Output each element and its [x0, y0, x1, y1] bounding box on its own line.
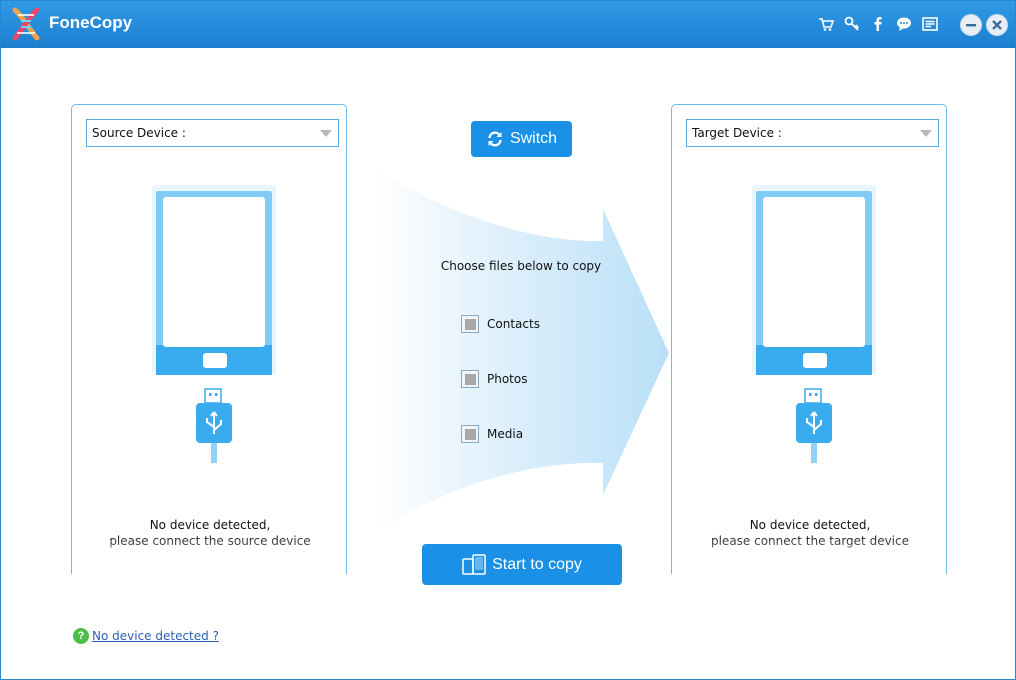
chevron-down-icon — [920, 130, 932, 137]
contacts-option[interactable]: Contacts — [461, 315, 540, 333]
minimize-icon — [966, 24, 976, 27]
start-copy-label: Start to copy — [492, 555, 582, 573]
photos-label: Photos — [487, 372, 528, 386]
minimize-button[interactable] — [960, 14, 982, 36]
contacts-checkbox[interactable] — [461, 315, 479, 333]
app-title: FoneCopy — [49, 13, 133, 32]
cart-icon[interactable] — [817, 15, 835, 33]
usb-cable-icon — [796, 388, 832, 463]
target-device-panel: Target Device : No device detected, plea… — [671, 104, 947, 574]
target-status-line1: No device detected, — [749, 518, 871, 532]
app-window: FoneCopy Source Device: No device detec… — [0, 0, 1016, 680]
media-checkbox[interactable] — [461, 425, 479, 443]
switch-button[interactable]: Switch — [471, 121, 572, 157]
help-icon: ? — [73, 628, 89, 644]
title-toolbar — [817, 15, 939, 35]
source-status-line2: please connect the source device — [109, 534, 311, 548]
source-status-text: No device detected, please connect the s… — [72, 517, 348, 549]
refresh-icon — [488, 131, 502, 147]
media-label: Media — [487, 427, 524, 441]
choose-files-text: Choose files below to copy — [440, 259, 602, 273]
chevron-down-icon — [320, 130, 332, 137]
key-icon[interactable] — [843, 15, 861, 33]
contacts-label: Contacts — [487, 317, 540, 331]
usb-cable-icon — [196, 388, 232, 463]
source-device-panel: Source Device : No device detected, plea… — [71, 104, 347, 574]
phone-icon — [752, 185, 876, 375]
close-icon — [992, 20, 1002, 30]
facebook-icon[interactable] — [869, 15, 887, 33]
source-device-label: Source Device : — [92, 126, 186, 140]
title-bar: FoneCopy — [1, 1, 1015, 48]
source-device-select[interactable]: Source Device : — [86, 119, 339, 147]
close-button[interactable] — [986, 14, 1008, 36]
start-copy-button[interactable]: Start to copy — [422, 544, 622, 585]
copy-direction-arrow — [377, 169, 669, 533]
target-device-label: Target Device : — [692, 126, 782, 140]
help-link-group[interactable]: ? No device detected ? — [73, 628, 219, 644]
feedback-icon[interactable] — [921, 15, 939, 33]
target-device-select[interactable]: Target Device : — [686, 119, 939, 147]
source-status-line1: No device detected, — [149, 518, 271, 532]
phone-icon — [152, 185, 276, 375]
devices-icon — [462, 553, 486, 575]
target-status-line2: please connect the target device — [710, 534, 909, 548]
no-device-help-link[interactable]: No device detected ? — [92, 629, 219, 643]
chat-icon[interactable] — [895, 15, 913, 33]
switch-label: Switch — [509, 130, 558, 147]
media-option[interactable]: Media — [461, 425, 523, 443]
target-status-text: No device detected, please connect the t… — [672, 517, 948, 549]
photos-checkbox[interactable] — [461, 370, 479, 388]
photos-option[interactable]: Photos — [461, 370, 527, 388]
fonecopy-logo-icon — [12, 7, 40, 41]
